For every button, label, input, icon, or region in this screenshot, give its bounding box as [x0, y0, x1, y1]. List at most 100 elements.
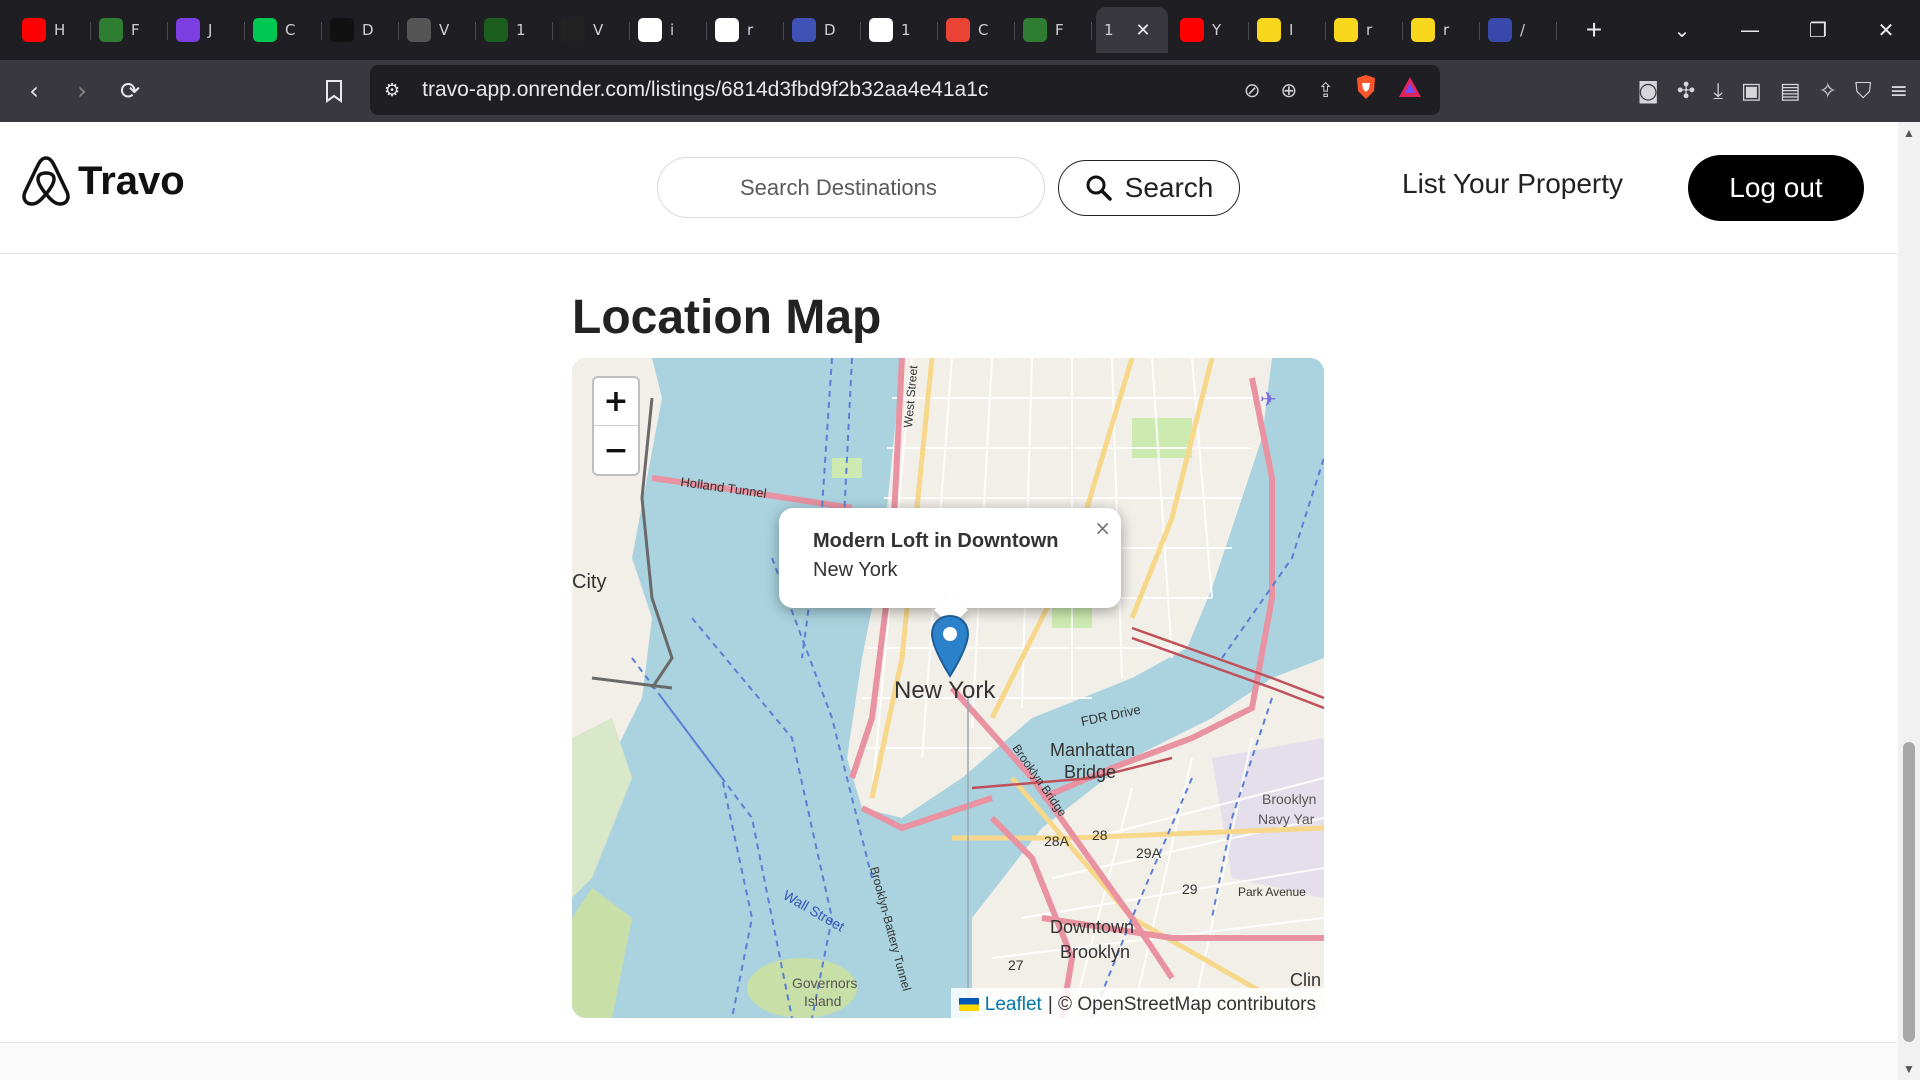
globe-icon [407, 18, 431, 42]
download-icon[interactable]: ⤓ [1713, 79, 1723, 104]
is-icon [561, 18, 585, 42]
map-label-island: Island [804, 993, 841, 1009]
screenshot-icon[interactable]: ◙ [1637, 79, 1658, 104]
zoom-out-button[interactable]: − [594, 426, 638, 474]
browser-tab[interactable]: i [630, 7, 707, 53]
brave-shield-icon[interactable] [1354, 74, 1378, 106]
zoom-control: + − [592, 376, 640, 476]
browser-tab[interactable]: D [784, 7, 861, 53]
tab-title: r [747, 21, 754, 39]
vpn-icon[interactable]: ⛉ [1855, 79, 1872, 104]
tab-title: r [1366, 21, 1373, 39]
browser-tab[interactable]: / [1480, 7, 1557, 53]
zoom-in-button[interactable]: + [594, 378, 638, 426]
browser-tab[interactable]: H [14, 7, 91, 53]
tab-title: 1 [516, 21, 526, 39]
wallet-icon[interactable]: ▤ [1780, 79, 1801, 104]
popup-close-icon[interactable]: × [1094, 516, 1111, 540]
youtube-icon [22, 18, 46, 42]
browser-tab[interactable]: Y [1172, 7, 1249, 53]
chatgpt-icon [869, 18, 893, 42]
tracking-icon[interactable]: ⊘ [1244, 78, 1261, 103]
tab-title: C [978, 21, 989, 39]
tab-close-icon[interactable]: ✕ [1136, 20, 1151, 41]
leaf-icon [253, 18, 277, 42]
browser-tab[interactable]: 1 [476, 7, 553, 53]
scroll-up-icon[interactable]: ▲ [1903, 126, 1915, 140]
logo-text: Travo [78, 158, 185, 203]
logout-button[interactable]: Log out [1688, 155, 1864, 221]
map-attribution: Leaflet | © OpenStreetMap contributors [950, 988, 1324, 1018]
list-your-property-link[interactable]: List Your Property [1402, 168, 1623, 200]
travo-logo[interactable]: Travo [20, 154, 185, 208]
map-marker-icon[interactable] [930, 614, 970, 680]
scrollbar-thumb[interactable] [1903, 742, 1915, 1042]
browser-tab[interactable]: F [1015, 7, 1092, 53]
browser-tab[interactable]: D [322, 7, 399, 53]
youtube-icon [1180, 18, 1204, 42]
bookmark-icon[interactable] [314, 71, 354, 111]
page-scrollbar[interactable]: ▲ ▼ [1898, 122, 1920, 1080]
browser-tab[interactable]: C [245, 7, 322, 53]
search-destinations-input[interactable] [657, 157, 1045, 218]
browser-tab[interactable]: F [91, 7, 168, 53]
search-button[interactable]: Search [1058, 160, 1240, 216]
leo-ai-icon[interactable]: ✧ [1819, 79, 1837, 104]
map-label-governors: Governors [792, 975, 857, 991]
active-browser-tab[interactable]: 1 ✕ [1096, 7, 1168, 53]
tab-title: C [285, 21, 296, 39]
star-app-icon [176, 18, 200, 42]
map-label-27: 27 [1008, 957, 1024, 973]
reload-icon[interactable]: ⟳ [110, 71, 150, 111]
close-window-icon[interactable]: ✕ [1852, 18, 1920, 42]
browser-tab[interactable]: V [553, 7, 630, 53]
tab-title: V [593, 21, 604, 39]
app-check-icon [1023, 18, 1047, 42]
browser-tab[interactable]: 1 [861, 7, 938, 53]
zoom-icon[interactable]: ⊕ [1280, 78, 1297, 103]
browser-tab[interactable]: r [1403, 7, 1480, 53]
footer-strip [0, 1043, 1898, 1080]
extensions-icon[interactable]: ✣ [1677, 79, 1695, 104]
new-tab-button[interactable]: + [1579, 14, 1609, 46]
map-label-park-avenue: Park Avenue [1238, 885, 1306, 899]
scroll-down-icon[interactable]: ▼ [1903, 1062, 1915, 1076]
location-map[interactable]: New York Manhattan Bridge Downtown Brook… [572, 358, 1324, 1018]
extension-icons: ◙ ✣ ⤓ ▣ ▤ ✧ ⛉ ≡ [1637, 60, 1908, 122]
tab-title: i [670, 21, 675, 39]
browser-tab[interactable]: J [168, 7, 245, 53]
dx-icon [484, 18, 508, 42]
flipkart-icon [1334, 18, 1358, 42]
address-bar[interactable]: ⚙ travo-app.onrender.com/listings/6814d3… [370, 65, 1440, 115]
popup-subtitle: New York [813, 559, 898, 581]
browser-tab[interactable]: r [707, 7, 784, 53]
site-settings-icon[interactable]: ⚙ [384, 80, 400, 101]
tab-title: V [439, 21, 450, 39]
restore-icon[interactable]: ❐ [1784, 18, 1852, 42]
sidebar-icon[interactable]: ▣ [1741, 79, 1762, 104]
tab-title: 1 [901, 21, 911, 39]
map-label-city: City [572, 571, 606, 593]
share-icon[interactable]: ⇪ [1317, 78, 1334, 103]
tab-list: H F J C D V 1 Vi r D 1 C F 1 ✕ Y Ir r / + [0, 0, 1609, 60]
menu-icon[interactable]: ≡ [1890, 79, 1908, 104]
ukraine-flag-icon [958, 998, 979, 1011]
browser-tab-strip: H F J C D V 1 Vi r D 1 C F 1 ✕ Y Ir r / + ⌄ — ❐ ✕ [0, 0, 1920, 60]
forward-icon[interactable]: › [62, 71, 102, 111]
leaflet-link[interactable]: Leaflet [985, 994, 1042, 1016]
browser-tab[interactable]: I [1249, 7, 1326, 53]
map-tiles[interactable]: New York Manhattan Bridge Downtown Brook… [572, 358, 1324, 1018]
back-icon[interactable]: ‹ [14, 71, 54, 111]
location-map-title: Location Map [572, 291, 882, 344]
browser-tab[interactable]: V [399, 7, 476, 53]
browser-toolbar: ‹ › ⟳ ⚙ travo-app.onrender.com/listings/… [0, 60, 1920, 122]
tab-search-chevron-icon[interactable]: ⌄ [1648, 18, 1716, 42]
brave-rewards-icon[interactable] [1398, 76, 1422, 104]
map-label-clin: Clin [1290, 970, 1321, 990]
tab-title: Y [1212, 21, 1222, 39]
browser-tab[interactable]: C [938, 7, 1015, 53]
browser-tab[interactable]: r [1326, 7, 1403, 53]
flipkart-icon [1257, 18, 1281, 42]
minimize-icon[interactable]: — [1716, 18, 1784, 42]
url-text[interactable]: travo-app.onrender.com/listings/6814d3fb… [422, 78, 988, 102]
